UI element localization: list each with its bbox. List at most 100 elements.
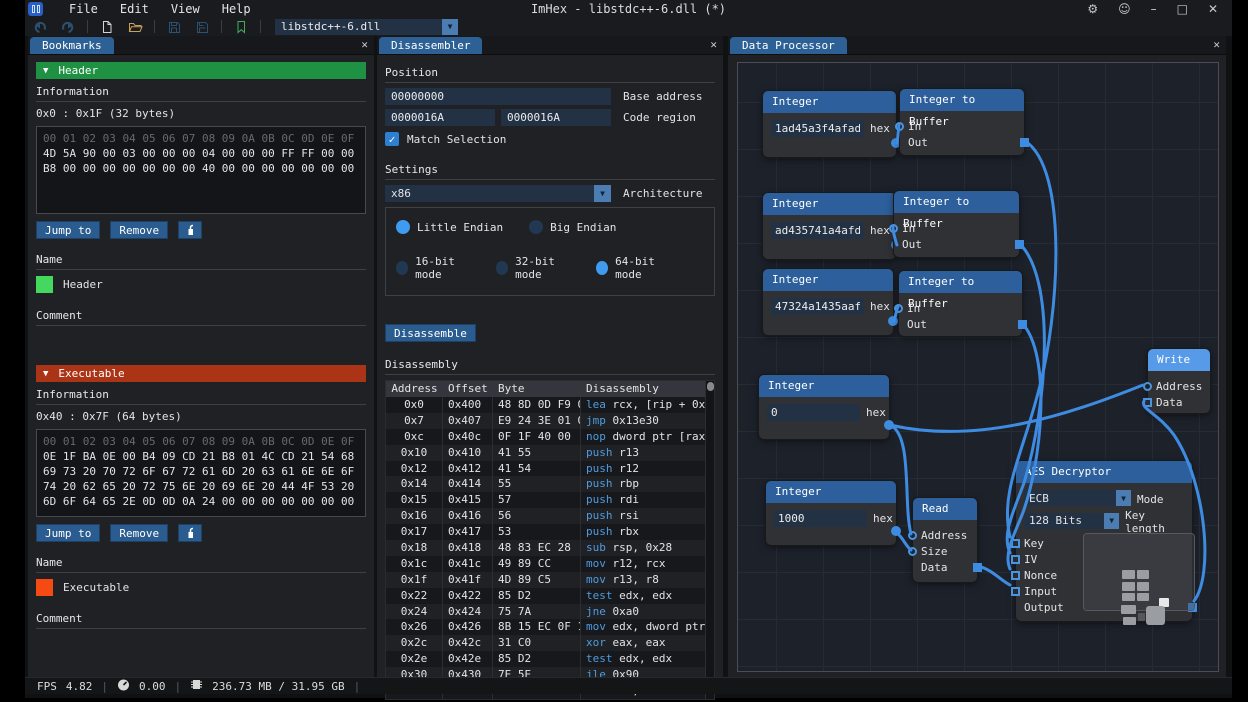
table-row[interactable]: 0x100x41041 55push r13 xyxy=(386,445,714,461)
tab-disassembler[interactable]: Disassembler xyxy=(379,37,482,54)
bookmark-header-header[interactable]: ▼Header xyxy=(36,62,366,79)
node-header[interactable]: Integer xyxy=(763,91,896,113)
remove-button[interactable]: Remove xyxy=(110,221,168,239)
scrollbar-thumb[interactable] xyxy=(707,382,714,391)
node-header[interactable]: Integer to Buffer xyxy=(900,89,1024,111)
base-address-input[interactable] xyxy=(385,88,611,105)
radio-16bit-mode[interactable] xyxy=(396,261,408,275)
node-header[interactable]: Integer to Buffer xyxy=(894,191,1019,213)
radio-big-endian[interactable] xyxy=(529,220,543,234)
remove-button[interactable]: Remove xyxy=(110,524,168,542)
tab-data-processor[interactable]: Data Processor xyxy=(730,37,847,54)
node-value-input[interactable] xyxy=(774,510,867,527)
node-header[interactable]: Integer xyxy=(763,193,896,215)
table-row[interactable]: 0x220x42285 D2test edx, edx xyxy=(386,588,714,604)
disassemble-button[interactable]: Disassemble xyxy=(385,324,476,342)
chevron-down-icon[interactable]: ▼ xyxy=(442,19,458,35)
color-swatch[interactable] xyxy=(36,276,53,293)
port-connector-out[interactable] xyxy=(1018,320,1027,329)
node-integer[interactable]: Integerhex xyxy=(763,269,893,335)
node-integer[interactable]: Integerhex xyxy=(763,193,896,259)
chevron-down-icon[interactable]: ▼ xyxy=(1104,513,1119,529)
port-connector-in[interactable] xyxy=(1143,382,1152,391)
match-selection-checkbox[interactable]: ✓ xyxy=(385,132,399,146)
settings-gear-icon[interactable]: ⚙ xyxy=(1087,2,1098,16)
panel-close-icon[interactable]: ✕ xyxy=(361,38,368,51)
bookmark-icon[interactable] xyxy=(232,19,250,35)
port-connector-in[interactable] xyxy=(895,122,904,131)
node-graph-canvas[interactable]: IntegerhexInteger to BufferInOutIntegerh… xyxy=(737,62,1219,672)
architecture-select[interactable]: x86 ▼ xyxy=(385,185,611,202)
table-row[interactable]: 0x70x407E9 24 3E 01 0jmp 0x13e30 xyxy=(386,413,714,429)
table-row[interactable]: 0x00x40048 8D 0D F9 0lea rcx, [rip + 0x1… xyxy=(386,397,714,413)
table-row[interactable]: 0x180x41848 83 EC 28sub rsp, 0x28 xyxy=(386,540,714,556)
chevron-down-icon[interactable]: ▼ xyxy=(1116,490,1131,506)
node-integer[interactable]: Integerhex xyxy=(759,375,889,439)
close-button[interactable]: ✕ xyxy=(1208,2,1218,16)
redo-icon[interactable] xyxy=(59,19,77,35)
radio-32bit-mode[interactable] xyxy=(496,261,508,275)
port-connector-in[interactable] xyxy=(1011,587,1020,596)
port-connector-in[interactable] xyxy=(894,304,903,313)
table-row[interactable]: 0x170x41753push rbx xyxy=(386,524,714,540)
undo-icon[interactable] xyxy=(31,19,49,35)
node-header[interactable]: Integer xyxy=(766,481,896,503)
node-header[interactable]: Read xyxy=(913,498,977,520)
table-row[interactable]: 0x150x41557push rdi xyxy=(386,492,714,508)
node-header[interactable]: AES Decryptor xyxy=(1016,461,1192,483)
node-read[interactable]: ReadAddressSizeData xyxy=(913,498,977,582)
maximize-button[interactable]: □ xyxy=(1177,2,1188,16)
node-select-key-length[interactable]: 128 Bits▼ xyxy=(1024,513,1119,529)
port-connector-in[interactable] xyxy=(1011,571,1020,580)
node-header[interactable]: Integer to Buffer xyxy=(899,271,1022,293)
menu-help[interactable]: Help xyxy=(222,2,251,16)
node-select-mode[interactable]: ECB▼ xyxy=(1024,490,1131,506)
node-value-input[interactable] xyxy=(771,222,864,239)
save-icon[interactable] xyxy=(165,19,183,35)
jump-to-button[interactable]: Jump to xyxy=(36,221,100,239)
save-as-icon[interactable] xyxy=(193,19,211,35)
node-write[interactable]: WriteAddressData xyxy=(1148,349,1210,413)
feedback-smiley-icon[interactable]: ☺ xyxy=(1118,2,1131,16)
table-row[interactable]: 0x140x41455push rbp xyxy=(386,476,714,492)
new-file-icon[interactable] xyxy=(98,19,116,35)
code-region-end-input[interactable] xyxy=(501,109,611,126)
tab-bookmarks[interactable]: Bookmarks xyxy=(30,37,114,54)
open-folder-icon[interactable] xyxy=(126,19,144,35)
code-region-start-input[interactable] xyxy=(385,109,495,126)
lock-icon[interactable] xyxy=(178,221,202,239)
port-connector-in[interactable] xyxy=(1143,398,1152,407)
node-value-input[interactable] xyxy=(767,404,860,421)
port-connector-in[interactable] xyxy=(889,224,898,233)
table-row[interactable]: 0x240x42475 7Ajne 0xa0 xyxy=(386,604,714,620)
node-value-input[interactable] xyxy=(771,120,864,137)
menu-edit[interactable]: Edit xyxy=(120,2,149,16)
menu-file[interactable]: File xyxy=(69,2,98,16)
node-header[interactable]: Integer xyxy=(759,375,889,397)
radio-64bit-mode[interactable] xyxy=(596,261,608,275)
port-connector-out[interactable] xyxy=(1020,138,1029,147)
port-connector-out[interactable] xyxy=(1015,240,1024,249)
node-integer-to-buffer[interactable]: Integer to BufferInOut xyxy=(899,271,1022,336)
node-value-input[interactable] xyxy=(771,298,864,315)
table-row[interactable]: 0x2e0x42e85 D2test edx, edx xyxy=(386,651,714,667)
table-row[interactable]: 0x1c0x41c49 89 CCmov r12, rcx xyxy=(386,556,714,572)
chevron-down-icon[interactable]: ▼ xyxy=(594,185,611,202)
file-selector-combo[interactable]: libstdc++-6.dll ▼ xyxy=(275,19,458,35)
node-integer[interactable]: Integerhex xyxy=(766,481,896,545)
lock-icon[interactable] xyxy=(178,524,202,542)
node-header[interactable]: Write xyxy=(1148,349,1210,371)
port-connector-in[interactable] xyxy=(908,547,917,556)
table-row[interactable]: 0x260x4268B 15 EC 0F 1mov edx, dword ptr… xyxy=(386,619,714,635)
node-integer-to-buffer[interactable]: Integer to BufferInOut xyxy=(900,89,1024,155)
bookmark-header-executable[interactable]: ▼Executable xyxy=(36,365,366,382)
panel-close-icon[interactable]: ✕ xyxy=(710,38,717,51)
table-row[interactable]: 0x1f0x41f4D 89 C5mov r13, r8 xyxy=(386,572,714,588)
port-connector-in[interactable] xyxy=(1011,539,1020,548)
disassembly-scrollbar[interactable] xyxy=(705,381,714,699)
port-connector-in[interactable] xyxy=(908,531,917,540)
panel-close-icon[interactable]: ✕ xyxy=(1213,38,1220,51)
minimize-button[interactable]: – xyxy=(1151,2,1157,16)
menu-view[interactable]: View xyxy=(171,2,200,16)
table-row[interactable]: 0x2c0x42c31 C0xor eax, eax xyxy=(386,635,714,651)
